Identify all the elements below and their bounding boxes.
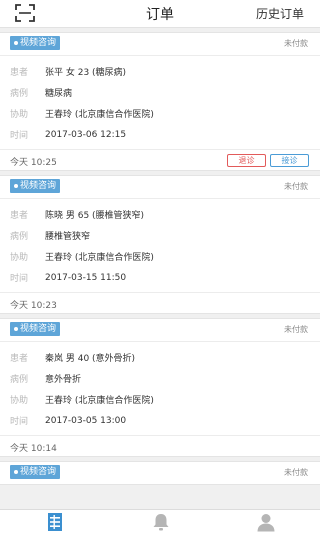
case-value: 糖尿病	[45, 89, 73, 99]
assist-value: 王春玲 (北京康信合作医院)	[45, 110, 154, 120]
patient-value: 陈晓 男 65 (腰椎管狭窄)	[45, 211, 145, 221]
order-details: 患者 张平 女 23 (糖尿病) 病例 糖尿病 协助 王春玲 (北京康信合作医院…	[0, 55, 320, 149]
created-time: 今天 10:25	[10, 158, 57, 168]
assist-label: 协助	[10, 396, 29, 406]
order-card[interactable]: 视频咨询 未付款	[0, 461, 320, 485]
order-card-footer: 今天 10:25 退诊 接诊	[0, 149, 320, 170]
history-orders-link[interactable]: 历史订单	[256, 5, 304, 22]
top-bar: 订单 历史订单	[0, 0, 320, 28]
assist-row: 协助 王春玲 (北京康信合作医院)	[0, 103, 320, 124]
time-value: 2017-03-06 12:15	[45, 129, 127, 140]
order-card-header: 视频咨询 未付款	[0, 176, 320, 198]
patient-label: 患者	[10, 354, 29, 364]
case-row: 病例 意外骨折	[0, 368, 320, 389]
order-list: 视频咨询 未付款 患者 张平 女 23 (糖尿病) 病例 糖尿病 协助 王春玲 …	[0, 28, 320, 485]
order-card-header: 视频咨询 未付款	[0, 319, 320, 341]
time-value: 2017-03-15 11:50	[45, 272, 127, 283]
payment-status: 未付款	[284, 325, 308, 334]
video-consult-tag: 视频咨询	[10, 322, 61, 336]
reject-button[interactable]: 退诊	[227, 154, 266, 167]
assist-value: 王春玲 (北京康信合作医院)	[45, 396, 154, 406]
patient-row: 患者 陈晓 男 65 (腰椎管狭窄)	[0, 204, 320, 225]
video-consult-tag: 视频咨询	[10, 465, 61, 479]
time-label: 时间	[10, 131, 29, 141]
video-consult-tag: 视频咨询	[10, 36, 61, 50]
patient-row: 患者 秦岚 男 40 (意外骨折)	[0, 347, 320, 368]
order-card[interactable]: 视频咨询 未付款 患者 陈晓 男 65 (腰椎管狭窄) 病例 腰椎管狭窄 协助 …	[0, 175, 320, 314]
time-label: 时间	[10, 417, 29, 427]
patient-value: 张平 女 23 (糖尿病)	[45, 68, 127, 78]
order-card-header: 视频咨询 未付款	[0, 462, 320, 484]
assist-value: 王春玲 (北京康信合作医院)	[45, 253, 154, 263]
assist-label: 协助	[10, 253, 29, 263]
patient-label: 患者	[10, 68, 29, 78]
patient-row: 患者 张平 女 23 (糖尿病)	[0, 61, 320, 82]
user-icon[interactable]	[256, 512, 276, 532]
case-row: 病例 腰椎管狭窄	[0, 225, 320, 246]
order-details: 患者 陈晓 男 65 (腰椎管狭窄) 病例 腰椎管狭窄 协助 王春玲 (北京康信…	[0, 198, 320, 292]
case-label: 病例	[10, 89, 29, 99]
created-time: 今天 10:14	[10, 444, 57, 454]
time-label: 时间	[10, 274, 29, 284]
order-card-header: 视频咨询 未付款	[0, 33, 320, 55]
time-row: 时间 2017-03-05 13:00	[0, 410, 320, 431]
patient-label: 患者	[10, 211, 29, 221]
payment-status: 未付款	[284, 468, 308, 477]
case-value: 腰椎管狭窄	[45, 232, 91, 242]
case-label: 病例	[10, 232, 29, 242]
order-card[interactable]: 视频咨询 未付款 患者 秦岚 男 40 (意外骨折) 病例 意外骨折 协助 王春…	[0, 318, 320, 457]
payment-status: 未付款	[284, 39, 308, 48]
time-value: 2017-03-05 13:00	[45, 415, 127, 426]
created-time: 今天 10:23	[10, 301, 57, 311]
case-label: 病例	[10, 375, 29, 385]
accept-button[interactable]: 接诊	[270, 154, 309, 167]
time-row: 时间 2017-03-06 12:15	[0, 124, 320, 145]
scan-icon[interactable]	[15, 4, 35, 22]
order-card[interactable]: 视频咨询 未付款 患者 张平 女 23 (糖尿病) 病例 糖尿病 协助 王春玲 …	[0, 32, 320, 171]
bottom-tab-bar	[0, 509, 320, 533]
time-row: 时间 2017-03-15 11:50	[0, 267, 320, 288]
order-card-footer: 今天 10:23	[0, 292, 320, 313]
patient-value: 秦岚 男 40 (意外骨折)	[45, 354, 136, 364]
list-icon[interactable]	[45, 512, 65, 532]
order-card-footer: 今天 10:14	[0, 435, 320, 456]
case-row: 病例 糖尿病	[0, 82, 320, 103]
assist-row: 协助 王春玲 (北京康信合作医院)	[0, 389, 320, 410]
order-details: 患者 秦岚 男 40 (意外骨折) 病例 意外骨折 协助 王春玲 (北京康信合作…	[0, 341, 320, 435]
video-consult-tag: 视频咨询	[10, 179, 61, 193]
assist-label: 协助	[10, 110, 29, 120]
assist-row: 协助 王春玲 (北京康信合作医院)	[0, 246, 320, 267]
payment-status: 未付款	[284, 182, 308, 191]
bell-icon[interactable]	[151, 512, 171, 532]
case-value: 意外骨折	[45, 375, 82, 385]
